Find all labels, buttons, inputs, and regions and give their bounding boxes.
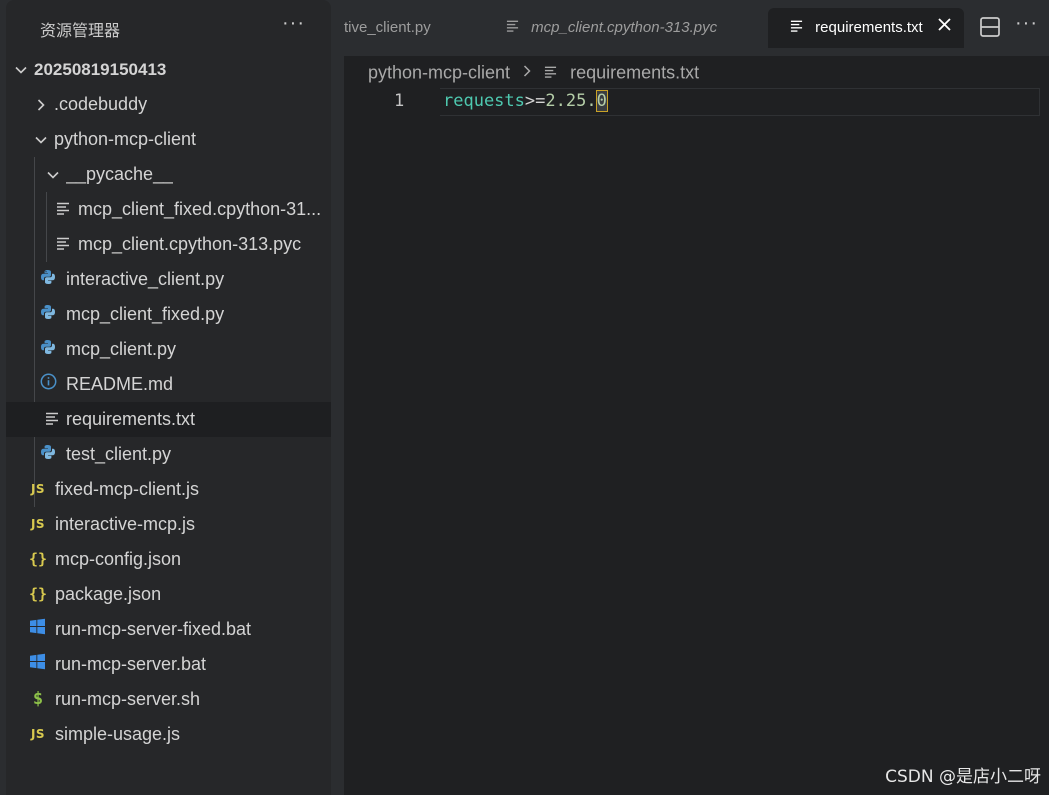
tree-file-run-mcp-server-fixed-bat[interactable]: run-mcp-server-fixed.bat bbox=[6, 612, 331, 647]
tree-file-requirements-txt[interactable]: requirements.txt bbox=[6, 402, 331, 437]
tree-file-interactive-client-py[interactable]: interactive_client.py bbox=[6, 262, 331, 297]
explorer-title: 资源管理器 bbox=[40, 21, 121, 40]
chevron-down-icon bbox=[32, 122, 50, 157]
tab-label: tive_client.py bbox=[344, 19, 431, 36]
split-editor-icon[interactable] bbox=[979, 16, 1003, 40]
code-token-version: 2.25. bbox=[545, 91, 597, 111]
javascript-icon: JS bbox=[30, 517, 46, 531]
tree-file-mcp-client-pyc[interactable]: mcp_client.cpython-313.pyc bbox=[6, 227, 331, 262]
tree-file-mcp-config-json[interactable]: {} mcp-config.json bbox=[6, 542, 331, 577]
editor-area: tive_client.py mcp_client.cpython-313.py… bbox=[344, 0, 1049, 795]
tree-file-fixed-mcp-client-js[interactable]: JS fixed-mcp-client.js bbox=[6, 472, 331, 507]
tree-file-label: mcp_client_fixed.py bbox=[66, 304, 225, 324]
windows-icon bbox=[28, 612, 46, 647]
tree-folder-codebuddy[interactable]: .codebuddy bbox=[6, 87, 331, 122]
text-file-icon bbox=[43, 402, 61, 437]
tree-file-label: run-mcp-server-fixed.bat bbox=[55, 619, 252, 639]
tab-interactive-client-py[interactable]: tive_client.py bbox=[344, 8, 431, 48]
vscode-window: 资源管理器 ··· 20250819150413 .codebuddy pyth… bbox=[0, 0, 1049, 795]
tree-file-label: test_client.py bbox=[66, 444, 172, 464]
text-file-icon bbox=[544, 62, 562, 82]
tree-folder-label: __pycache__ bbox=[66, 164, 174, 184]
tree-file-simple-usage-js[interactable]: JS simple-usage.js bbox=[6, 717, 331, 752]
tree-file-test-client-py[interactable]: test_client.py bbox=[6, 437, 331, 472]
python-icon bbox=[39, 297, 57, 332]
code-token-operator: >= bbox=[524, 91, 546, 111]
javascript-icon: JS bbox=[30, 727, 46, 741]
tab-mcp-client-pyc[interactable]: mcp_client.cpython-313.pyc bbox=[506, 8, 717, 48]
shell-script-icon: $ bbox=[32, 689, 44, 709]
editor-tab-bar: tive_client.py mcp_client.cpython-313.py… bbox=[344, 0, 1049, 56]
tree-folder-pycache[interactable]: __pycache__ bbox=[6, 157, 331, 192]
python-icon bbox=[39, 332, 57, 367]
code-token-package: requests bbox=[443, 91, 525, 111]
chevron-down-icon bbox=[44, 157, 62, 192]
tree-file-mcp-client-fixed-pyc[interactable]: mcp_client_fixed.cpython-31... bbox=[6, 192, 331, 227]
tree-folder-label: .codebuddy bbox=[54, 94, 148, 114]
tree-file-package-json[interactable]: {} package.json bbox=[6, 577, 331, 612]
tree-file-label: requirements.txt bbox=[66, 409, 196, 429]
tab-label: mcp_client.cpython-313.pyc bbox=[531, 19, 718, 36]
tree-folder-label: python-mcp-client bbox=[54, 129, 197, 149]
tree-file-run-mcp-server-bat[interactable]: run-mcp-server.bat bbox=[6, 647, 331, 682]
tree-folder-label: 20250819150413 bbox=[34, 60, 167, 79]
explorer-header: 资源管理器 ··· bbox=[6, 0, 331, 56]
tree-file-label: mcp-config.json bbox=[55, 549, 182, 569]
text-file-icon bbox=[54, 192, 72, 227]
windows-icon bbox=[28, 647, 46, 682]
tree-file-readme-md[interactable]: README.md bbox=[6, 367, 331, 402]
chevron-down-icon bbox=[12, 52, 30, 87]
breadcrumb-folder[interactable]: python-mcp-client bbox=[368, 62, 510, 82]
text-file-icon bbox=[790, 8, 803, 48]
chevron-right-icon bbox=[521, 62, 538, 82]
editor-more-actions-icon[interactable]: ··· bbox=[1015, 12, 1038, 35]
tree-file-mcp-client-fixed-py[interactable]: mcp_client_fixed.py bbox=[6, 297, 331, 332]
tab-label: requirements.txt bbox=[815, 19, 923, 36]
tree-file-label: mcp_client_fixed.cpython-31... bbox=[78, 199, 322, 219]
json-icon: {} bbox=[28, 585, 48, 603]
tree-file-label: README.md bbox=[66, 374, 174, 394]
code-token-cursor: 0 bbox=[595, 90, 608, 112]
explorer-sidebar: 资源管理器 ··· 20250819150413 .codebuddy pyth… bbox=[6, 0, 331, 795]
tree-file-label: run-mcp-server.sh bbox=[55, 689, 201, 709]
explorer-more-actions-icon[interactable]: ··· bbox=[282, 12, 305, 35]
python-icon bbox=[39, 437, 57, 472]
info-icon bbox=[39, 367, 57, 402]
tab-requirements-txt[interactable]: requirements.txt bbox=[768, 8, 964, 48]
code-line[interactable]: requests>=2.25.0 bbox=[443, 88, 608, 114]
text-file-icon bbox=[54, 227, 72, 262]
text-file-icon bbox=[506, 8, 519, 48]
tree-file-label: mcp_client.py bbox=[66, 339, 177, 359]
javascript-icon: JS bbox=[30, 482, 46, 496]
breadcrumb: python-mcp-client requirements.txt bbox=[368, 56, 699, 86]
file-tree: 20250819150413 .codebuddy python-mcp-cli… bbox=[6, 52, 331, 752]
json-icon: {} bbox=[28, 550, 48, 568]
tree-folder-python-mcp-client[interactable]: python-mcp-client bbox=[6, 122, 331, 157]
tree-file-label: mcp_client.cpython-313.pyc bbox=[78, 234, 302, 254]
tree-file-run-mcp-server-sh[interactable]: $ run-mcp-server.sh bbox=[6, 682, 331, 717]
tree-file-label: interactive_client.py bbox=[66, 269, 225, 289]
python-icon bbox=[39, 262, 57, 297]
tree-file-label: fixed-mcp-client.js bbox=[55, 479, 200, 499]
breadcrumb-file[interactable]: requirements.txt bbox=[570, 62, 699, 82]
tree-file-label: package.json bbox=[55, 584, 162, 604]
line-number: 1 bbox=[394, 91, 405, 111]
close-icon[interactable] bbox=[937, 8, 952, 48]
tree-file-mcp-client-py[interactable]: mcp_client.py bbox=[6, 332, 331, 367]
watermark: CSDN @是店小二呀 bbox=[885, 767, 1041, 787]
tree-file-interactive-mcp-js[interactable]: JS interactive-mcp.js bbox=[6, 507, 331, 542]
tree-folder-root[interactable]: 20250819150413 bbox=[6, 52, 331, 87]
tree-file-label: interactive-mcp.js bbox=[55, 514, 196, 534]
tree-file-label: simple-usage.js bbox=[55, 724, 181, 744]
chevron-right-icon bbox=[32, 87, 50, 122]
tree-file-label: run-mcp-server.bat bbox=[55, 654, 207, 674]
